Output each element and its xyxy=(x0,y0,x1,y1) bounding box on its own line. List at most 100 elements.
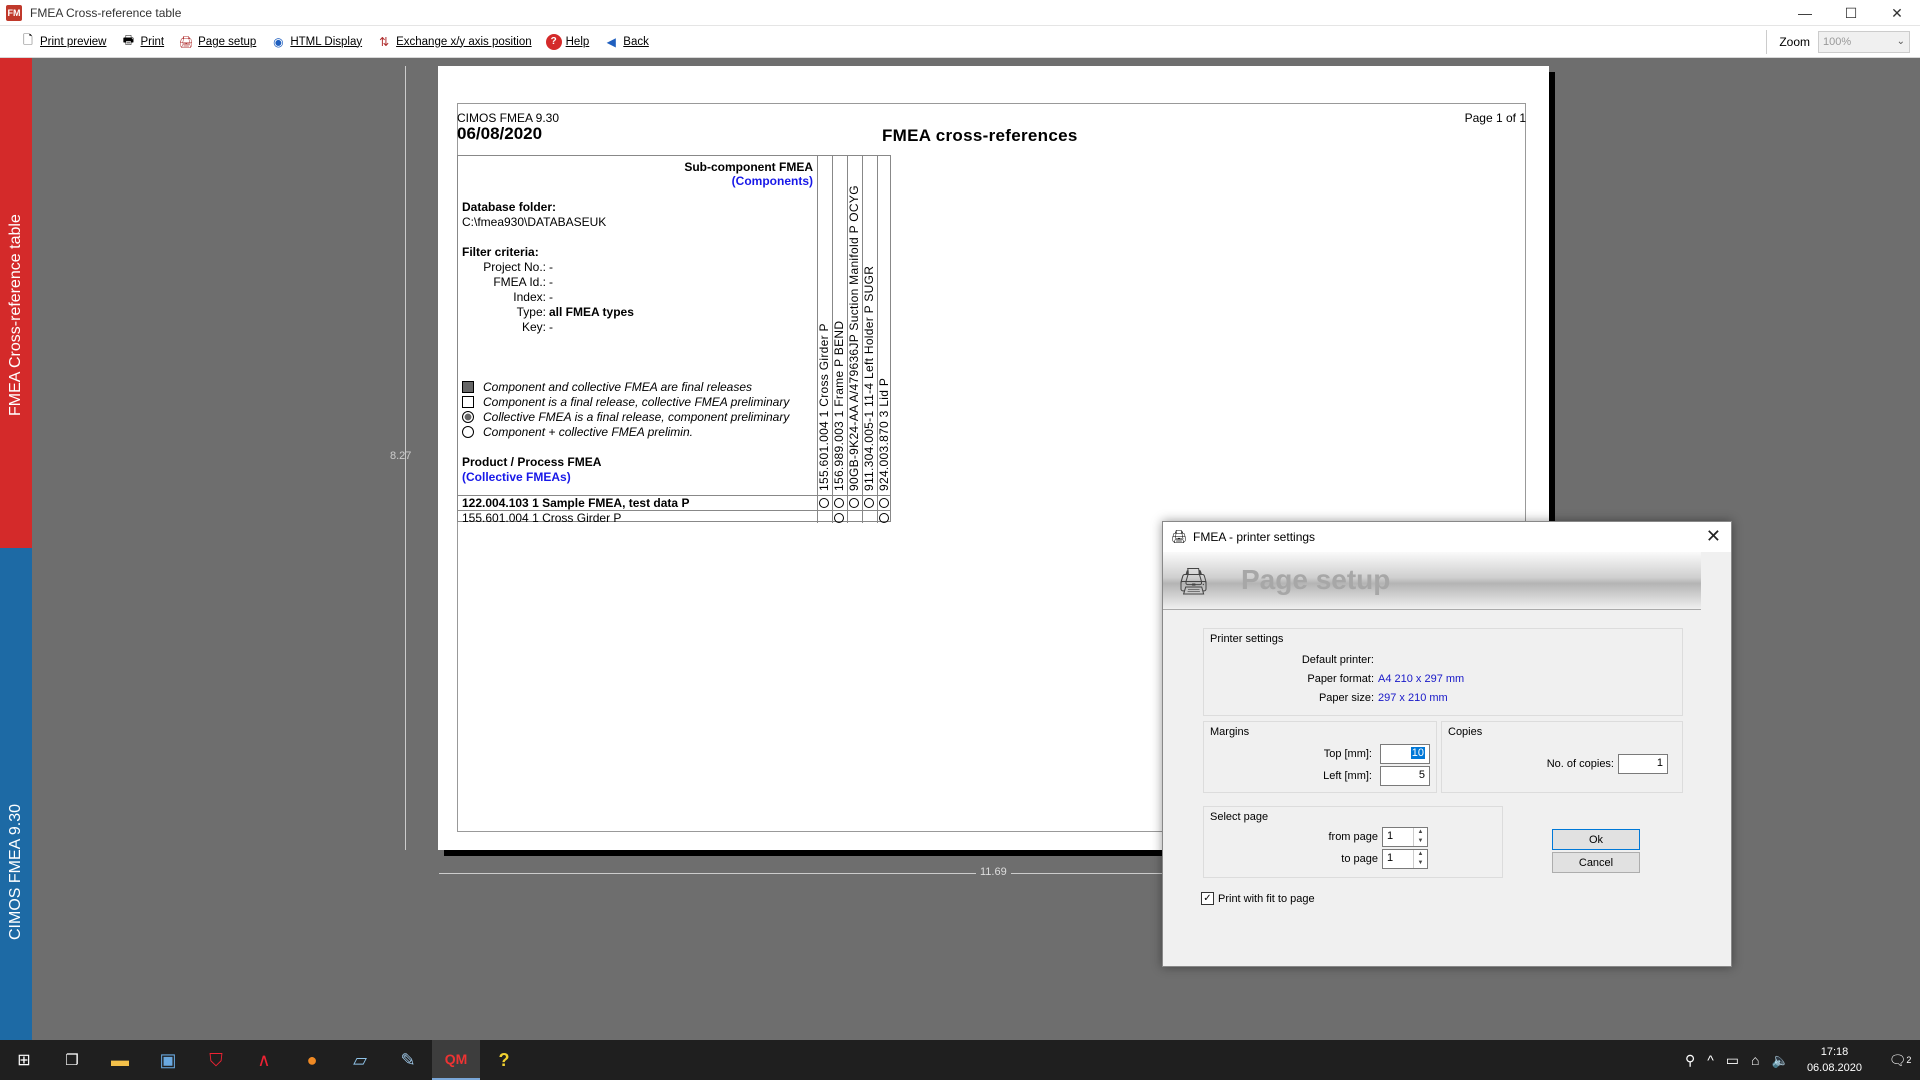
battery-icon[interactable]: ▭ xyxy=(1726,1052,1739,1069)
network-icon[interactable]: ⌂ xyxy=(1751,1052,1759,1068)
column-divider xyxy=(817,495,832,523)
cancel-button[interactable]: Cancel xyxy=(1552,852,1640,873)
maximize-button[interactable]: ☐ xyxy=(1828,0,1874,26)
default-printer-label: Default printer: xyxy=(1301,654,1374,666)
window-title: FMEA Cross-reference table xyxy=(30,5,182,20)
notepad-icon[interactable]: ▱ xyxy=(336,1040,384,1080)
column-divider xyxy=(847,495,862,523)
app-icon: FM xyxy=(6,4,22,21)
print-button[interactable]: 🖶 Print xyxy=(120,33,164,50)
filter-key: Key: - xyxy=(521,320,553,334)
empty-circle-icon xyxy=(462,426,474,438)
column-header: 911.304.005-1 11-4 Left Holder P SUGR xyxy=(862,156,877,495)
page-icon: 🗋 xyxy=(23,33,33,47)
collective-fmea-label: (Collective FMEAs) xyxy=(462,470,571,484)
height-dimension-label: 8.27 xyxy=(390,450,412,462)
dialog-close-button[interactable]: ✕ xyxy=(1706,526,1721,547)
legend-item: Component + collective FMEA prelimin. xyxy=(462,425,693,439)
page-setup-icon: 🖨 xyxy=(178,34,194,49)
printer-icon: 🖨 xyxy=(1171,529,1188,544)
help-icon: ? xyxy=(545,33,562,50)
sub-component-heading: Sub-component FMEA (Components) xyxy=(684,160,813,188)
database-folder-value: C:\fmea930\DATABASEUK xyxy=(462,215,607,229)
print-preview-button[interactable]: 🗋 Print preview xyxy=(20,33,106,50)
cross-reference-table: Sub-component FMEA (Components) Database… xyxy=(457,155,892,525)
to-page-label: to page xyxy=(1341,853,1378,865)
minimize-button[interactable]: — xyxy=(1782,0,1828,26)
database-folder-label: Database folder: xyxy=(462,200,557,214)
side-banner-bottom-text: CIMOS FMEA 9.30 xyxy=(7,803,24,940)
table-header-cell: Sub-component FMEA (Components) Database… xyxy=(458,156,817,495)
column-divider xyxy=(862,495,877,523)
task-view-icon[interactable]: ❐ xyxy=(48,1040,96,1080)
width-dimension-label: 11.69 xyxy=(976,866,1011,878)
top-margin-label: Top [mm]: xyxy=(1323,748,1372,760)
side-banner-bottom: CIMOS FMEA 9.30 xyxy=(0,548,32,1040)
column-header: 90GB-9K24-AA A/479636JP Suction Manifold… xyxy=(847,156,862,495)
start-button[interactable]: ⊞ xyxy=(0,1040,48,1080)
taskbar: ⊞ ❐ ▬ ▣ ⛉ ∧ ● ▱ ✎ QM ? ⚲ ^ ▭ ⌂ 🔈 17:18 0… xyxy=(0,1040,1920,1080)
app-window-icon[interactable]: ▣ xyxy=(144,1040,192,1080)
stepper-arrows-icon[interactable]: ▲ ▼ xyxy=(1413,828,1427,846)
page-setup-button[interactable]: 🖨 Page setup xyxy=(178,34,257,50)
select-page-group: Select page from page 1 ▲ ▼ to page 1 ▲ ▼ xyxy=(1203,806,1503,878)
from-page-stepper[interactable]: 1 ▲ ▼ xyxy=(1382,827,1428,847)
top-margin-input[interactable]: 10 xyxy=(1380,744,1430,764)
filled-square-icon xyxy=(462,381,474,393)
volume-icon[interactable]: 🔈 xyxy=(1772,1052,1789,1069)
printer-icon: 🖶 xyxy=(122,33,135,47)
margins-group: Margins Top [mm]: 10 Left [mm]: 5 xyxy=(1203,721,1437,793)
side-banner-top: FMEA Cross-reference table xyxy=(0,58,32,548)
column-header: 156.989.003 1 Frame P BEND xyxy=(832,156,847,495)
filter-fmea-id: FMEA Id.: - xyxy=(493,275,553,289)
globe-icon: ◉ xyxy=(273,34,284,49)
to-page-stepper[interactable]: 1 ▲ ▼ xyxy=(1382,849,1428,869)
close-button[interactable]: ✕ xyxy=(1874,0,1920,26)
checkmark-icon: ✓ xyxy=(1201,892,1214,905)
clock[interactable]: 17:18 06.08.2020 xyxy=(1807,1044,1862,1076)
exchange-axis-icon: ⇅ xyxy=(379,34,390,49)
filter-type: Type: all FMEA types xyxy=(516,305,634,319)
system-tray: ⚲ ^ ▭ ⌂ 🔈 17:18 06.08.2020 🗨 2 xyxy=(1685,1040,1920,1080)
filter-index: Index: - xyxy=(513,290,553,304)
column-divider xyxy=(832,495,847,523)
paint-icon[interactable]: ✎ xyxy=(384,1040,432,1080)
notification-button[interactable]: 🗨 2 xyxy=(1880,1040,1920,1080)
report-app-name: CIMOS FMEA 9.30 xyxy=(457,111,560,125)
printer-settings-dialog: 🖨 FMEA - printer settings ✕ 🖨 Page setup… xyxy=(1162,521,1732,967)
zoom-control: Zoom 100% ⌄ xyxy=(1766,30,1910,54)
zoom-select[interactable]: 100% ⌄ xyxy=(1818,31,1910,53)
paper-size-label: Paper size: xyxy=(1318,692,1374,704)
column-header: 155.601.004 1 Cross Girder P xyxy=(817,156,832,495)
report-title: FMEA cross-references xyxy=(882,126,1078,145)
toolbar: 🗋 Print preview 🖶 Print 🖨 Page setup ◉ H… xyxy=(0,26,1920,58)
copies-label: No. of copies: xyxy=(1546,758,1614,770)
copies-group: Copies No. of copies: 1 xyxy=(1441,721,1683,793)
stepper-arrows-icon[interactable]: ▲ ▼ xyxy=(1413,850,1427,868)
dialog-title-bar: 🖨 FMEA - printer settings ✕ xyxy=(1163,522,1731,552)
html-display-button[interactable]: ◉ HTML Display xyxy=(270,34,362,50)
printer-settings-group: Printer settings Default printer: Paper … xyxy=(1203,628,1683,716)
paper-size-value: 297 x 210 mm xyxy=(1378,692,1448,704)
fit-to-page-checkbox[interactable]: ✓ Print with fit to page xyxy=(1201,892,1315,905)
help-button[interactable]: ? Help xyxy=(545,33,589,50)
left-margin-input[interactable]: 5 xyxy=(1380,766,1430,786)
help-app-icon[interactable]: ? xyxy=(480,1040,528,1080)
firefox-icon[interactable]: ● xyxy=(288,1040,336,1080)
column-divider xyxy=(877,495,892,523)
back-button[interactable]: ◀ Back xyxy=(603,34,649,50)
shield-icon[interactable]: ⛉ xyxy=(192,1040,240,1080)
filter-criteria-label: Filter criteria: xyxy=(462,245,539,259)
qm-app-icon[interactable]: QM xyxy=(432,1040,480,1080)
legend-item: Component and collective FMEA are final … xyxy=(462,380,752,394)
copies-input[interactable]: 1 xyxy=(1618,754,1668,774)
acrobat-icon[interactable]: ∧ xyxy=(240,1040,288,1080)
report-date: 06/08/2020 xyxy=(457,124,543,143)
title-bar: FM FMEA Cross-reference table — ☐ ✕ xyxy=(0,0,1920,26)
person-icon[interactable]: ⚲ xyxy=(1685,1052,1695,1069)
ok-button[interactable]: Ok xyxy=(1552,829,1640,850)
chevron-up-icon[interactable]: ^ xyxy=(1707,1052,1714,1068)
file-explorer-icon[interactable]: ▬ xyxy=(96,1040,144,1080)
exchange-axis-button[interactable]: ⇅ Exchange x/y axis position xyxy=(376,34,532,50)
dialog-banner: 🖨 Page setup xyxy=(1163,552,1701,610)
